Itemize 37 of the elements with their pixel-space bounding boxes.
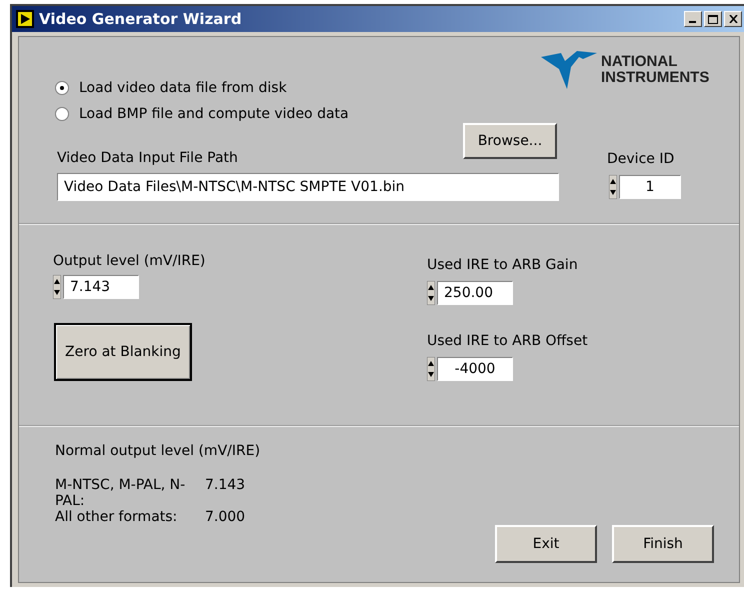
field-label: Used IRE to ARB Gain xyxy=(427,257,578,273)
radio-button[interactable] xyxy=(55,107,69,121)
format-name: M-NTSC, M-PAL, N-PAL: xyxy=(55,477,186,509)
maximize-icon xyxy=(708,14,718,24)
logo-text: NATIONAL xyxy=(601,54,678,70)
exit-button[interactable]: Exit xyxy=(495,525,597,563)
level-value: 7.143 xyxy=(205,477,246,495)
eagle-logo-icon xyxy=(541,49,599,91)
numeric-field[interactable]: 7.143 xyxy=(63,275,139,299)
close-icon xyxy=(728,15,738,23)
zero-at-blanking-button[interactable]: Zero at Blanking xyxy=(54,323,192,381)
format-name: All other formats: xyxy=(55,509,178,525)
field-label: Used IRE to ARB Offset xyxy=(427,333,588,349)
field-label: Device ID xyxy=(607,151,674,167)
spinner-arrows-icon[interactable] xyxy=(427,281,435,305)
app-icon xyxy=(16,10,34,28)
maximize-button[interactable] xyxy=(704,11,722,27)
window-title: Video Generator Wizard xyxy=(39,10,243,28)
numeric-field[interactable]: 250.00 xyxy=(437,281,513,305)
numeric-field[interactable]: -4000 xyxy=(437,357,513,381)
radio-label[interactable]: Load video data file from disk xyxy=(79,80,287,96)
file-path-field[interactable]: Video Data Files\M-NTSC\M-NTSC SMPTE V01.bin xyxy=(57,173,559,201)
spinner-arrows-icon[interactable] xyxy=(53,275,61,299)
spinner-arrows-icon[interactable] xyxy=(427,357,435,381)
minimize-button[interactable] xyxy=(684,11,702,27)
close-button[interactable] xyxy=(724,11,742,27)
field-label: Video Data Input File Path xyxy=(57,150,238,166)
radio-label[interactable]: Load BMP file and compute video data xyxy=(79,106,349,122)
logo-text: INSTRUMENTS xyxy=(601,70,710,86)
field-label: Output level (mV/IRE) xyxy=(53,253,206,269)
numeric-field[interactable]: 1 xyxy=(619,175,681,199)
level-value: 7.000 xyxy=(205,509,246,525)
spinner-arrows-icon[interactable] xyxy=(609,175,617,199)
radio-button[interactable] xyxy=(55,81,69,95)
finish-button[interactable]: Finish xyxy=(612,525,714,563)
section-heading: Normal output level (mV/IRE) xyxy=(55,443,260,459)
browse-button[interactable]: Browse... xyxy=(463,123,557,159)
